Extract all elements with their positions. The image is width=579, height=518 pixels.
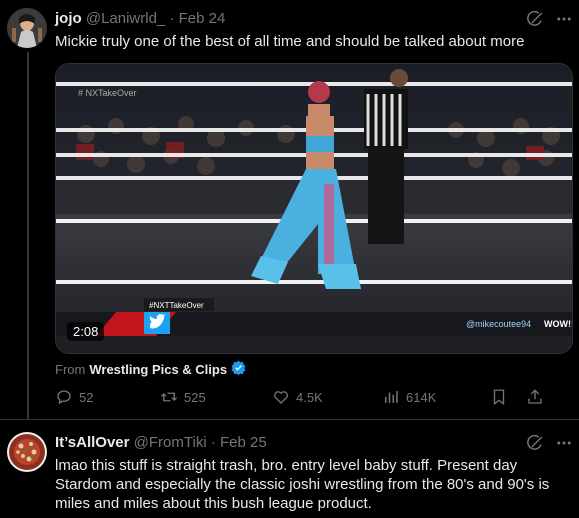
reply-button[interactable]: 52 (55, 388, 93, 406)
grok-icon[interactable] (526, 10, 544, 33)
repost-icon (161, 392, 177, 402)
tweet-text: lmao this stuff is straight trash, bro. … (55, 457, 550, 512)
attribution: From Wrestling Pics & Clips (55, 360, 246, 378)
avatar[interactable] (7, 8, 47, 48)
video-player[interactable]: #NXTTakeOver @mikecoutee94 WOW!!! # NXTa… (55, 63, 573, 354)
bookmark-button[interactable] (490, 388, 508, 406)
repost-count: 525 (184, 389, 206, 405)
view-count: 614K (406, 389, 437, 405)
overlay-watermark: # NXTakeOver (78, 88, 137, 98)
overlay-wow: WOW!!! (544, 319, 573, 329)
display-name[interactable]: jojo (55, 10, 82, 27)
tweet-date[interactable]: Feb 25 (220, 434, 267, 451)
tweet-actions: 52 525 4.5K 614K (55, 388, 573, 408)
overlay-tag: #NXTTakeOver (149, 301, 204, 310)
from-label: From (55, 361, 86, 377)
avatar[interactable] (7, 432, 47, 472)
display-name[interactable]: It’sAllOver (55, 434, 129, 451)
tweet-date[interactable]: Feb 24 (179, 10, 226, 27)
share-button[interactable] (526, 388, 544, 406)
repost-button[interactable]: 525 (160, 388, 206, 406)
user-handle[interactable]: @FromTiki (134, 434, 207, 451)
tweet-itsallover: It’sAllOver @FromTiki · Feb 25 lmao this… (0, 420, 579, 518)
grok-icon[interactable] (526, 434, 544, 457)
user-handle[interactable]: @Laniwrld_ (86, 10, 165, 27)
verified-badge-icon (231, 360, 246, 378)
bookmark-icon (493, 389, 505, 406)
separator-dot: · (210, 434, 216, 451)
overlay-handle: @mikecoutee94 (466, 319, 531, 329)
tweet-text: Mickie truly one of the best of all time… (55, 33, 525, 50)
tweet-header: jojo @Laniwrld_ · Feb 24 (55, 10, 225, 27)
tweet-header: It’sAllOver @FromTiki · Feb 25 (55, 434, 267, 451)
tweet-jojo: jojo @Laniwrld_ · Feb 24 Mickie truly on… (0, 0, 579, 419)
video-frame: #NXTTakeOver @mikecoutee94 WOW!!! # NXTa… (56, 64, 573, 353)
more-options-icon[interactable] (555, 10, 573, 33)
video-duration: 2:08 (67, 322, 105, 341)
share-icon (528, 389, 542, 404)
views-icon (385, 391, 398, 403)
heart-icon (274, 391, 288, 404)
thread-line (27, 52, 29, 419)
more-options-icon[interactable] (555, 434, 573, 457)
reply-icon (57, 390, 71, 405)
source-account-link[interactable]: Wrestling Pics & Clips (89, 362, 227, 377)
like-count: 4.5K (296, 389, 323, 405)
views-button[interactable]: 614K (382, 388, 436, 406)
separator-dot: · (169, 10, 175, 27)
reply-count: 52 (79, 389, 94, 405)
like-button[interactable]: 4.5K (272, 388, 323, 406)
